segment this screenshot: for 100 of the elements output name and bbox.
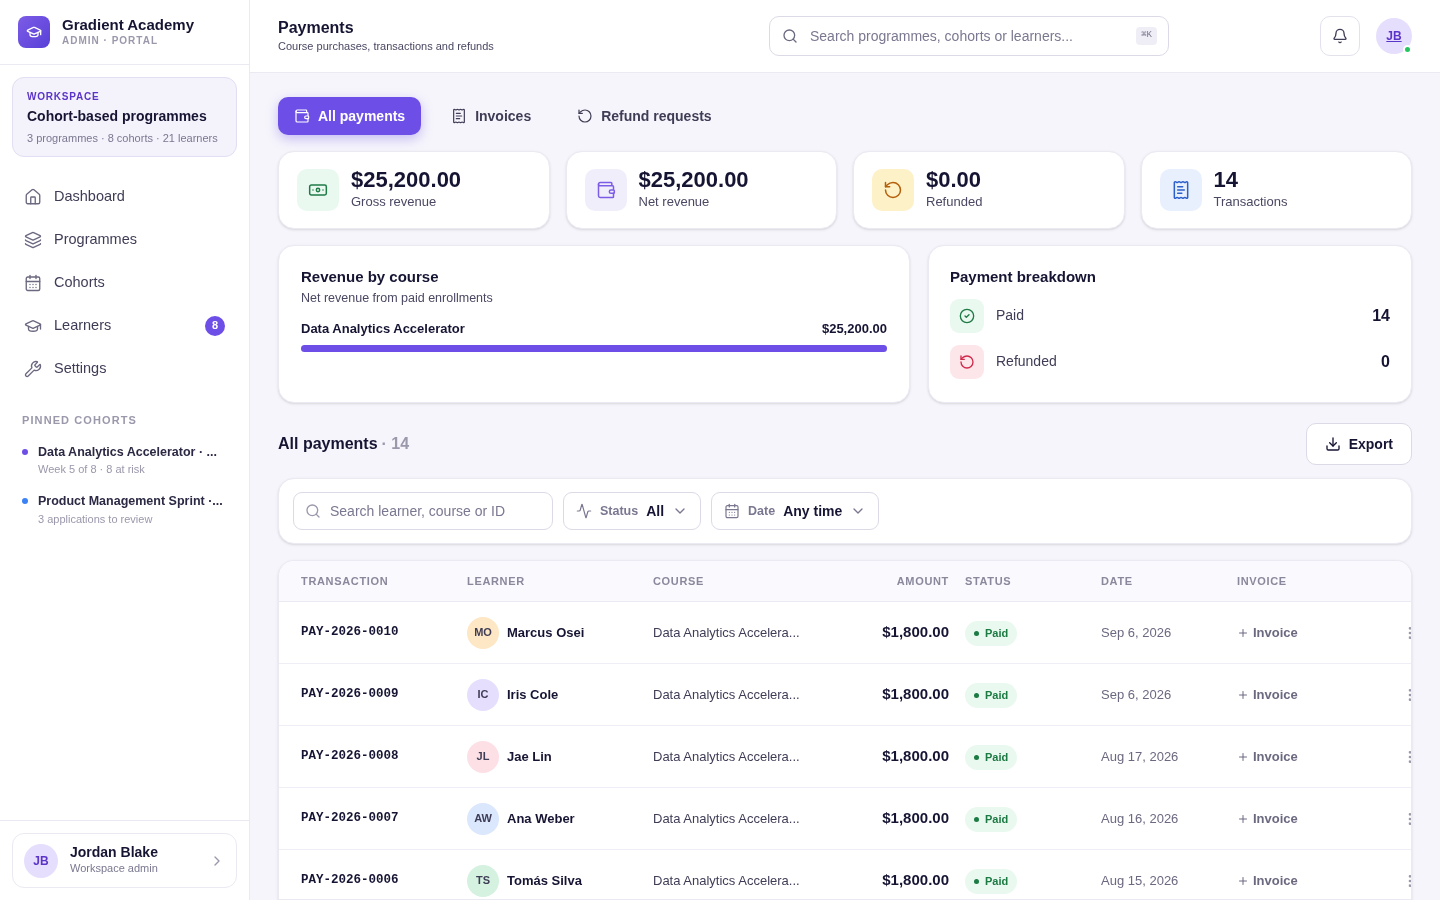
date-cell-text: Sep 6, 2026 (1101, 623, 1173, 642)
transaction-id: PAY-2026-0010 (301, 624, 400, 642)
filter-dropdown[interactable]: Status All (563, 492, 702, 530)
bell-icon (1332, 28, 1348, 44)
column-header: COURSE (653, 573, 706, 589)
learner-avatar: JL (467, 740, 499, 773)
search-icon (782, 28, 798, 44)
transaction-id: PAY-2026-0009 (301, 686, 400, 704)
calendar-icon (724, 503, 741, 519)
add-invoice-button[interactable]: Invoice (1237, 808, 1298, 829)
add-invoice-button[interactable]: Invoice (1237, 870, 1298, 891)
learner-avatar: TS (467, 864, 499, 897)
export-button[interactable]: Export (1305, 423, 1412, 465)
workspace-label: WORKSPACE (27, 90, 101, 104)
learner-avatar: IC (467, 678, 499, 711)
pinned-cohort-meta: Week 5 of 8 · 8 at risk (38, 462, 146, 478)
workspace-title: Cohort-based programmes (27, 107, 208, 126)
status-pill: Paid (965, 683, 1018, 708)
add-invoice-button[interactable]: Invoice (1237, 622, 1298, 643)
logo-icon (18, 16, 50, 48)
nav-item[interactable]: Cohorts (12, 261, 237, 304)
learner-name: Ana Weber (507, 809, 575, 828)
payments-search-field[interactable]: Search learner, course or ID (293, 492, 553, 530)
card-subtitle: Net revenue from paid enrollments (301, 289, 494, 307)
section-title: All payments (278, 434, 378, 454)
status-pill: Paid (965, 869, 1018, 894)
learner-name: Marcus Osei (507, 623, 585, 642)
column-header: TRANSACTION (301, 573, 390, 589)
stat-value: $25,200.00 (351, 168, 462, 193)
layers-icon (24, 230, 42, 249)
plus-icon (1237, 626, 1249, 639)
plus-icon (1237, 874, 1249, 887)
plus-icon (1237, 812, 1249, 825)
column-header: LEARNER (467, 573, 526, 589)
learner-avatar: MO (467, 616, 499, 649)
profile-avatar[interactable]: JB (1376, 18, 1412, 54)
page-subtitle: Course purchases, transactions and refunds (278, 38, 495, 54)
stat-label: Transactions (1213, 193, 1288, 212)
home-icon (24, 187, 42, 206)
wallet-icon (595, 180, 616, 200)
pinned-cohort-title[interactable]: Data Analytics Accelerator · ... (38, 442, 217, 462)
course-cell-text: Data Analytics Accelera... (653, 871, 801, 890)
add-invoice-button[interactable]: Invoice (1237, 746, 1298, 767)
stat-label: Refunded (926, 193, 983, 212)
plus-icon (1237, 750, 1249, 763)
transaction-id: PAY-2026-0007 (301, 810, 400, 828)
card-title: Payment breakdown (950, 267, 1097, 287)
date-cell-text: Aug 16, 2026 (1101, 809, 1180, 828)
learner-name: Iris Cole (507, 685, 559, 704)
status-pill: Paid (965, 807, 1018, 832)
online-indicator (1403, 45, 1412, 54)
user-role: Workspace admin (70, 861, 159, 877)
course-cell-text: Data Analytics Accelera... (653, 623, 801, 642)
course-name: Data Analytics Accelerator (301, 320, 465, 339)
page-title: Payments (278, 17, 355, 38)
breakdown-count: 0 (1381, 351, 1390, 372)
wrench-icon (24, 359, 42, 378)
add-invoice-button[interactable]: Invoice (1237, 684, 1298, 705)
section-count: · 14 (381, 434, 410, 454)
brand-subtitle: ADMIN · PORTAL (62, 33, 160, 48)
course-revenue: $25,200.00 (821, 320, 887, 339)
column-header: DATE (1101, 573, 1134, 589)
workspace-card[interactable]: WORKSPACE Cohort-based programmes 3 programmes · 8 cohorts · 21 learners (12, 77, 237, 157)
stat-label: Net revenue (638, 193, 711, 212)
undo-icon (950, 344, 984, 379)
plus-icon (1237, 688, 1249, 701)
tab[interactable]: Refund requests (561, 97, 728, 135)
tab[interactable]: All payments (278, 97, 422, 135)
nav-item[interactable]: Dashboard (12, 175, 237, 218)
date-cell-text: Aug 17, 2026 (1101, 747, 1180, 766)
tab[interactable]: Invoices (435, 97, 548, 135)
user-card[interactable]: JB Jordan Blake Workspace admin (12, 833, 237, 888)
undo-icon (883, 180, 903, 200)
column-header: AMOUNT (895, 573, 949, 589)
column-header: STATUS (964, 573, 1013, 589)
breakdown-label: Paid (996, 306, 1026, 325)
notifications-button[interactable] (1320, 16, 1360, 56)
nav-item[interactable]: Settings (12, 347, 237, 390)
user-name: Jordan Blake (70, 844, 159, 861)
wallet-icon (294, 108, 310, 124)
column-header: INVOICE (1237, 573, 1288, 589)
pinned-cohort-title[interactable]: Product Management Sprint ·... (38, 491, 223, 511)
download-icon (1324, 436, 1341, 452)
count-badge: 8 (205, 315, 225, 336)
date-cell-text: Sep 6, 2026 (1101, 685, 1173, 704)
breakdown-count: 14 (1372, 305, 1390, 326)
stat-value: $0.00 (926, 168, 983, 193)
status-pill: Paid (965, 621, 1018, 646)
learner-avatar: AW (467, 802, 499, 835)
amount-cell-text: $1,800.00 (881, 684, 949, 705)
nav-item[interactable]: Programmes (12, 218, 237, 261)
stat-label: Gross revenue (351, 193, 438, 212)
undo-icon (577, 108, 594, 124)
pulse-icon (576, 503, 592, 519)
status-pill: Paid (965, 745, 1018, 770)
amount-cell-text: $1,800.00 (881, 746, 949, 767)
nav-item[interactable]: Learners 8 (12, 304, 237, 347)
filter-dropdown[interactable]: Date Any time (711, 492, 880, 530)
course-cell-text: Data Analytics Accelera... (653, 809, 801, 828)
search-icon (305, 503, 321, 519)
